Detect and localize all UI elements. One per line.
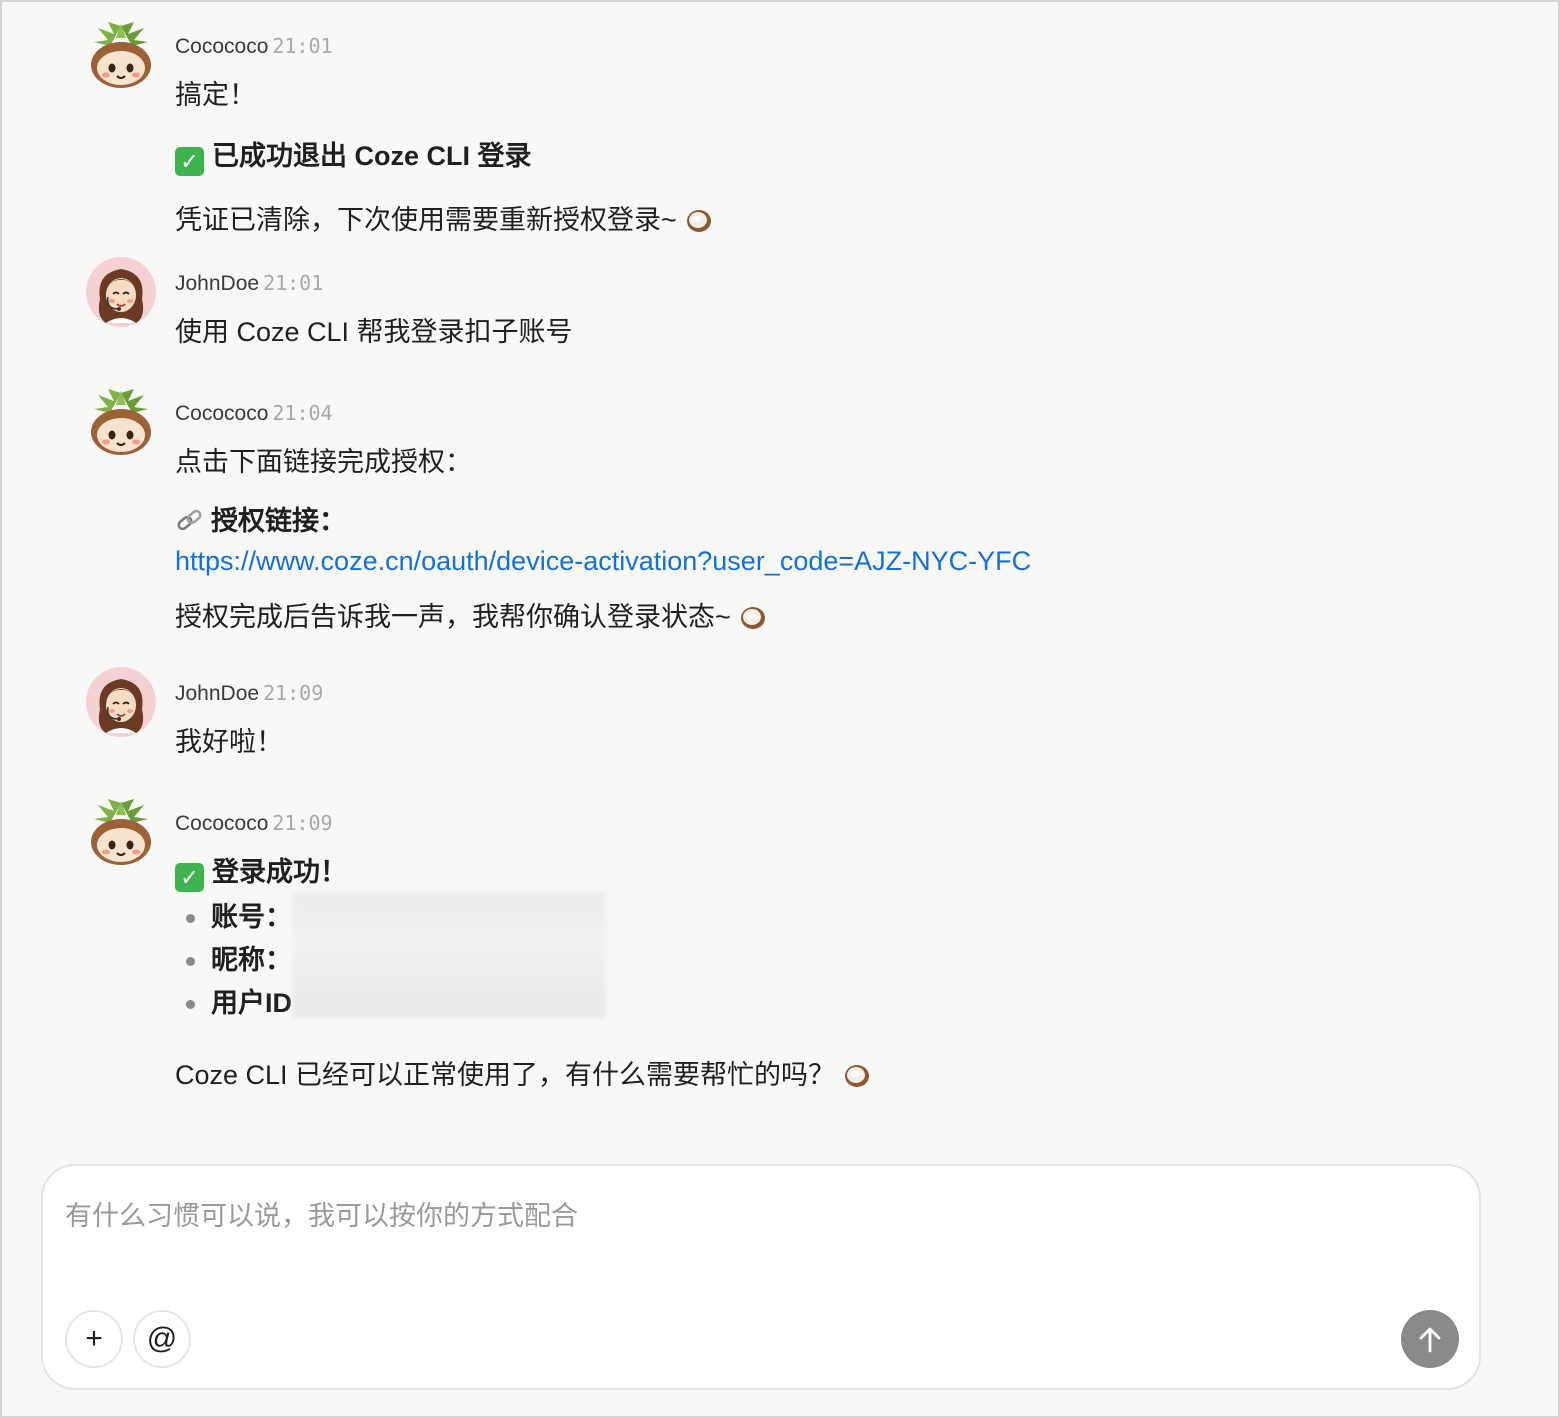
message-line-link-heading: 授权链接： — [175, 499, 1186, 538]
message-text: 使用 Coze CLI 帮我登录扣子账号 — [175, 317, 573, 347]
message-text: 凭证已清除，下次使用需要重新授权登录~ — [175, 205, 677, 235]
message-cocococo-3: Cocococo 21:09 ✓ 登录成功！ 账号： 昵称： 用户ID Coze C… — [86, 799, 1186, 1092]
coconut-emoji-icon — [843, 1061, 871, 1089]
message-text: 登录成功！ — [212, 857, 347, 887]
message-text: 我好啦！ — [175, 727, 283, 757]
coconut-avatar[interactable] — [86, 387, 156, 457]
message-line-status: ✓ 已成功退出 Coze CLI 登录 — [175, 134, 1186, 176]
message-text: 授权完成后告诉我一声，我帮你确认登录状态~ — [175, 602, 731, 632]
timestamp: 21:09 — [263, 681, 324, 705]
check-icon: ✓ — [175, 147, 204, 176]
sender-name: Cocococo — [175, 35, 269, 58]
timestamp: 21:01 — [263, 271, 324, 295]
message-composer[interactable]: 有什么习惯可以说，我可以按你的方式配合 + @ — [41, 1164, 1481, 1390]
coconut-avatar[interactable] — [86, 797, 156, 867]
message-line: Coze CLI 已经可以正常使用了，有什么需要帮忙的吗？ — [175, 1053, 1186, 1092]
composer-placeholder[interactable]: 有什么习惯可以说，我可以按你的方式配合 — [65, 1194, 578, 1233]
arrow-up-icon — [1419, 1327, 1441, 1353]
check-icon: ✓ — [175, 863, 204, 892]
authorization-link[interactable]: https://www.coze.cn/oauth/device-activat… — [175, 546, 1186, 577]
message-johndoe-1: JohnDoe 21:01 使用 Coze CLI 帮我登录扣子账号 — [86, 257, 1186, 349]
message-line: 凭证已清除，下次使用需要重新授权登录~ — [175, 198, 1186, 237]
coconut-emoji-icon — [685, 206, 713, 234]
message-line-status: ✓ 登录成功！ — [175, 850, 1186, 892]
redacted-account-details — [292, 892, 606, 1018]
message-text: 点击下面链接完成授权： — [175, 447, 472, 477]
mention-button[interactable]: @ — [133, 1310, 191, 1368]
chat-window: Cocococo 21:01 搞定！ ✓ 已成功退出 Coze CLI 登录 凭证已… — [0, 0, 1560, 1418]
add-button[interactable]: + — [65, 1310, 123, 1368]
message-line: 授权完成后告诉我一声，我帮你确认登录状态~ — [175, 595, 1186, 634]
sender-name: Cocococo — [175, 812, 269, 835]
coconut-avatar[interactable] — [86, 20, 156, 90]
sender-name: JohnDoe — [175, 272, 260, 295]
message-text: 授权链接： — [211, 506, 346, 536]
sender-name: JohnDoe — [175, 682, 260, 705]
girl-avatar[interactable] — [86, 667, 156, 737]
message-text: 已成功退出 Coze CLI 登录 — [212, 141, 532, 171]
sender-name: Cocococo — [175, 402, 269, 425]
message-johndoe-2: JohnDoe 21:09 我好啦！ — [86, 667, 1186, 759]
message-cocococo-1: Cocococo 21:01 搞定！ ✓ 已成功退出 Coze CLI 登录 凭证已… — [86, 22, 1186, 237]
coconut-emoji-icon — [739, 603, 767, 631]
timestamp: 21:04 — [272, 401, 333, 425]
message-cocococo-2: Cocococo 21:04 点击下面链接完成授权： 授权链接： https://… — [86, 389, 1186, 634]
timestamp: 21:01 — [272, 34, 333, 58]
girl-avatar[interactable] — [86, 257, 156, 327]
link-icon — [175, 507, 205, 535]
send-button[interactable] — [1401, 1310, 1459, 1368]
timestamp: 21:09 — [272, 811, 333, 835]
message-text: Coze CLI 已经可以正常使用了，有什么需要帮忙的吗？ — [175, 1060, 836, 1090]
message-text: 搞定！ — [175, 80, 256, 110]
